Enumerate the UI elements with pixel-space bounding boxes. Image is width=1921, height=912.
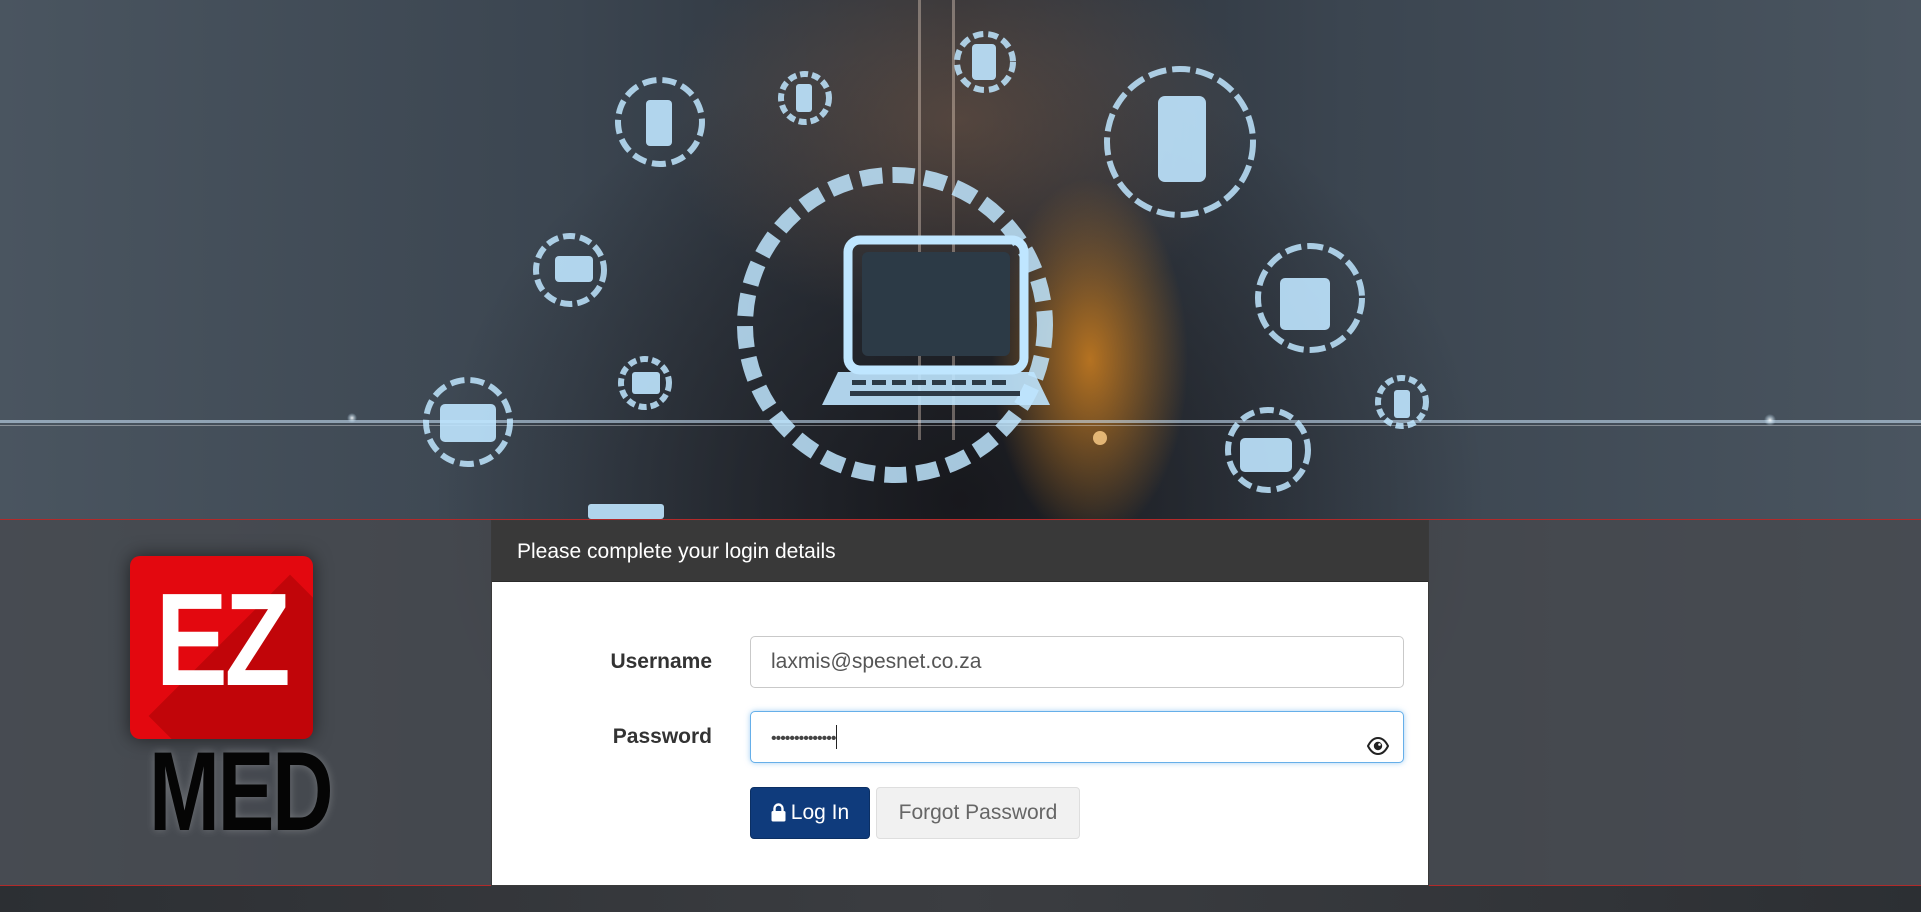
login-button-label: Log In: [790, 801, 850, 824]
logo-ez-text: EZ: [155, 566, 291, 713]
username-label: Username: [610, 650, 712, 673]
login-panel: Please complete your login details Usern…: [491, 520, 1429, 886]
username-input[interactable]: laxmis@spesnet.co.za: [750, 636, 1404, 688]
login-panel-heading: Please complete your login details: [492, 521, 1428, 582]
login-button[interactable]: Log In: [750, 787, 870, 839]
technology-illustration: [0, 0, 1921, 519]
password-input[interactable]: ••••••••••••••: [750, 711, 1404, 763]
footer-strip: [0, 886, 1921, 912]
eye-icon[interactable]: [1366, 726, 1390, 756]
ezmed-logo: EZ MED: [130, 556, 334, 854]
logo-ez-tile: EZ: [130, 556, 313, 739]
password-label: Password: [612, 725, 712, 748]
forgot-password-button[interactable]: Forgot Password: [876, 787, 1080, 839]
password-masked-value: ••••••••••••••: [771, 730, 836, 747]
text-caret: [836, 725, 838, 750]
lock-icon: [771, 791, 786, 841]
logo-med-text: MED: [149, 729, 334, 854]
